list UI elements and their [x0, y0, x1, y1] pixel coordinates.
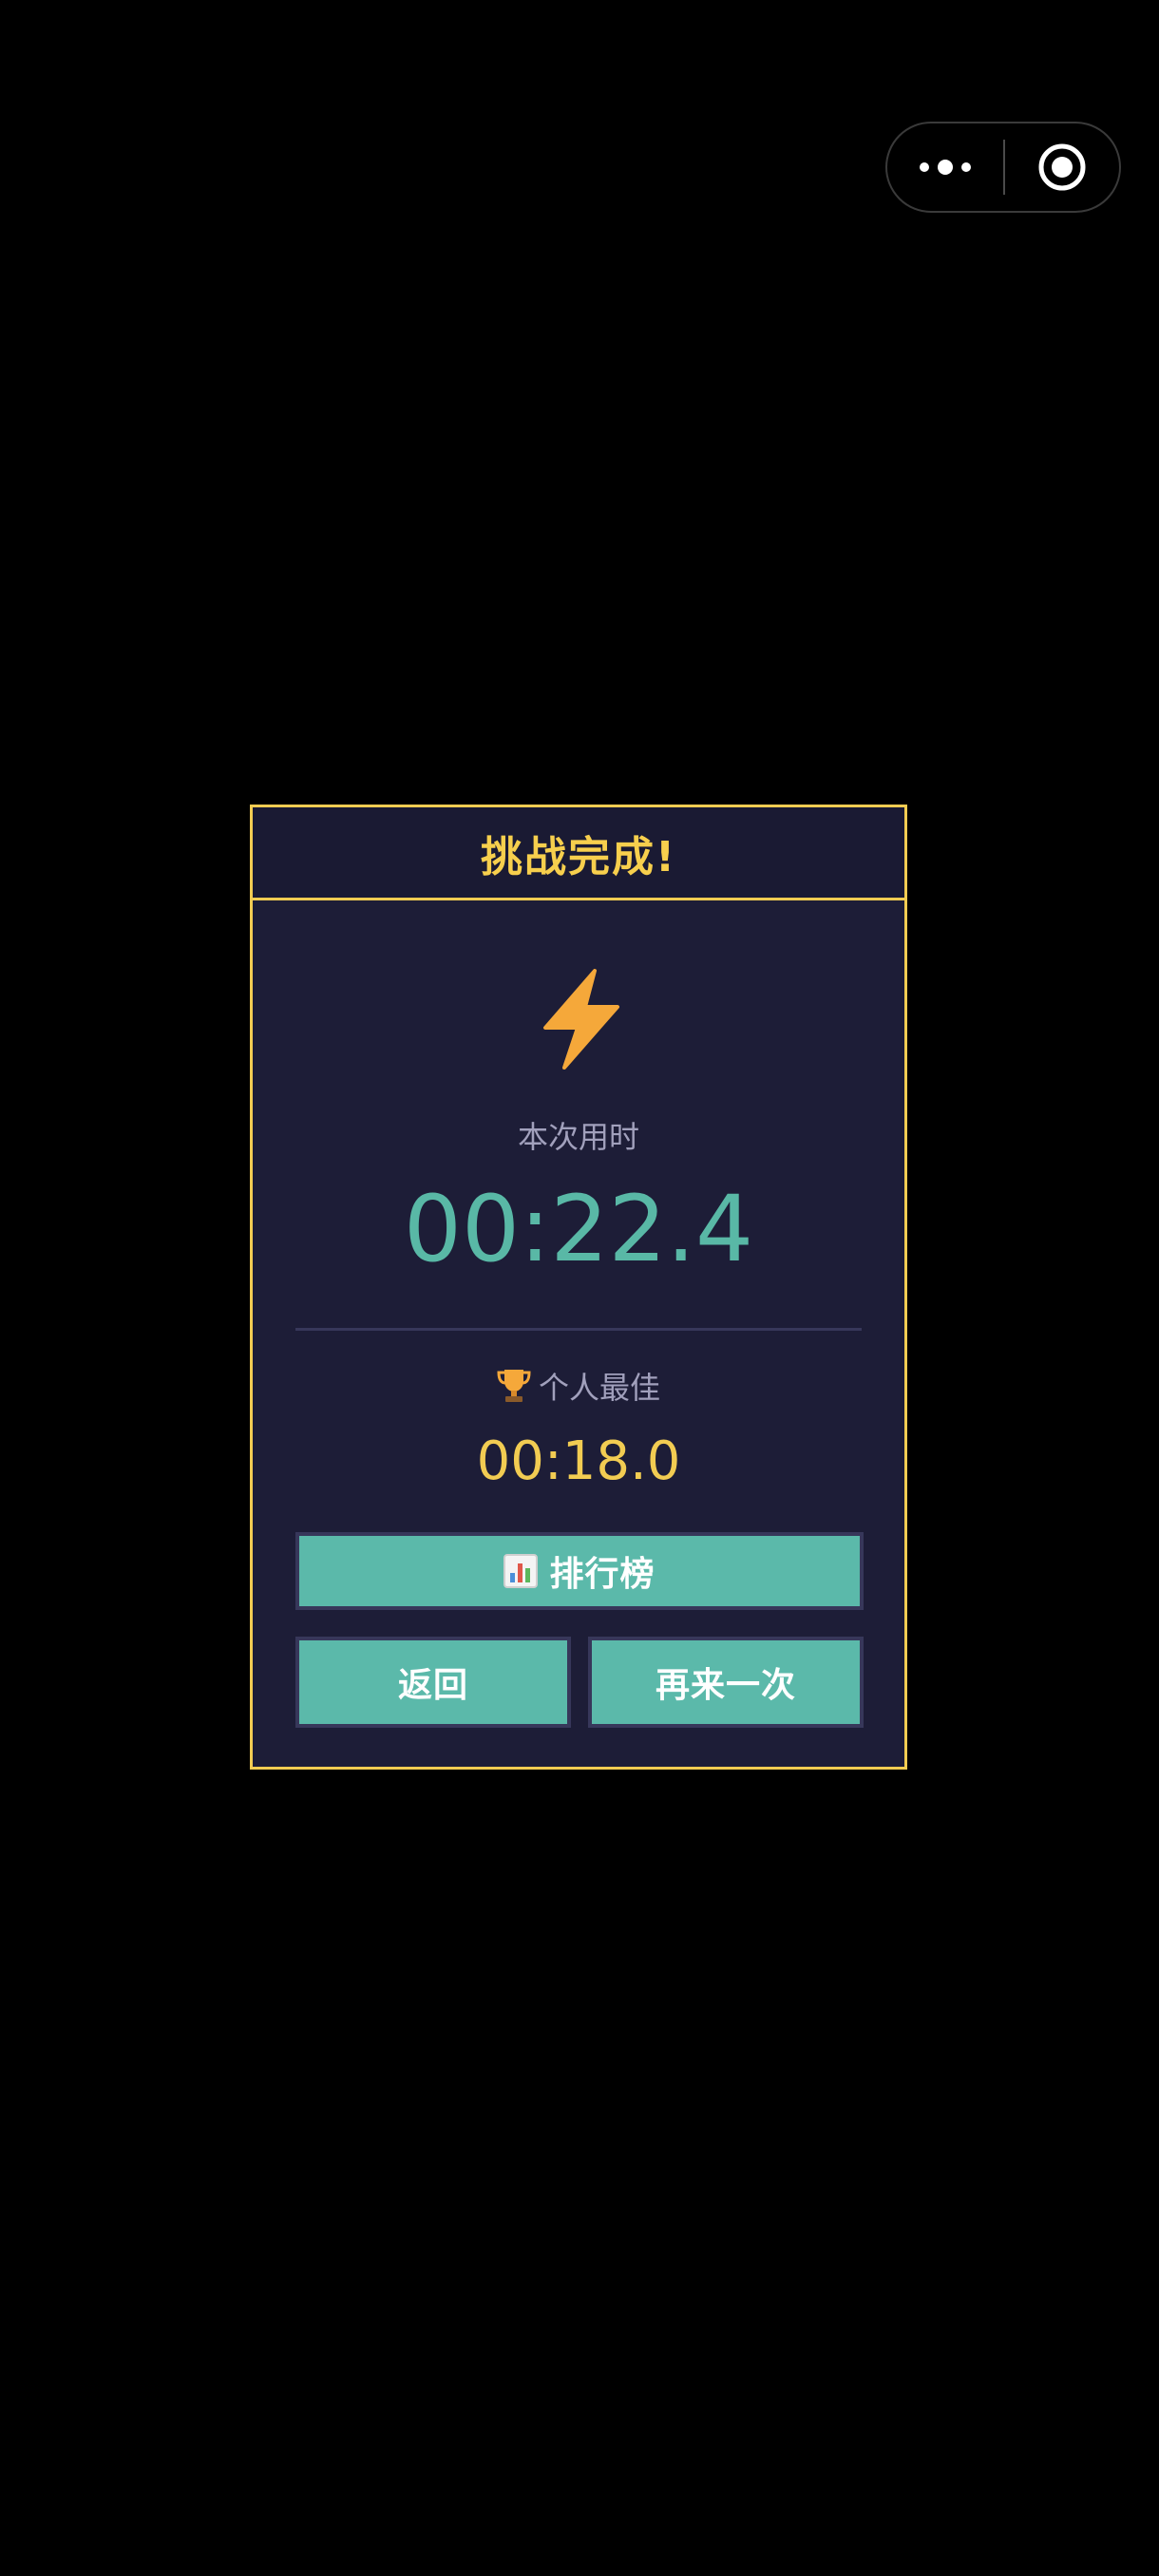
- retry-button[interactable]: 再来一次: [588, 1637, 864, 1728]
- close-button[interactable]: [1005, 123, 1119, 211]
- target-circle-icon: [1038, 143, 1086, 191]
- result-dialog: 挑战完成! 本次用时 00:22.4 个人最佳 00:18.0 排行榜 返回 再…: [250, 805, 907, 1770]
- more-button[interactable]: [887, 123, 1003, 211]
- divider: [295, 1328, 862, 1331]
- back-button[interactable]: 返回: [295, 1637, 571, 1728]
- dialog-header: 挑战完成!: [253, 807, 904, 900]
- leaderboard-button[interactable]: 排行榜: [295, 1532, 864, 1610]
- back-label: 返回: [397, 1666, 468, 1705]
- miniprogram-capsule: [885, 122, 1121, 213]
- leaderboard-label: 排行榜: [549, 1555, 656, 1594]
- current-time-value: 00:22.4: [403, 1176, 754, 1282]
- current-time-label: 本次用时: [517, 1119, 639, 1155]
- best-row: 个人最佳: [253, 1364, 904, 1408]
- best-time-label: 个人最佳: [538, 1370, 660, 1406]
- lightning-bolt-icon: [543, 969, 619, 1070]
- trophy-icon: [497, 1370, 531, 1402]
- best-time-value: 00:18.0: [476, 1430, 681, 1492]
- dialog-title: 挑战完成!: [480, 832, 677, 881]
- retry-label: 再来一次: [655, 1666, 796, 1705]
- more-dots-icon: [920, 160, 971, 175]
- bar-chart-icon: [504, 1554, 539, 1588]
